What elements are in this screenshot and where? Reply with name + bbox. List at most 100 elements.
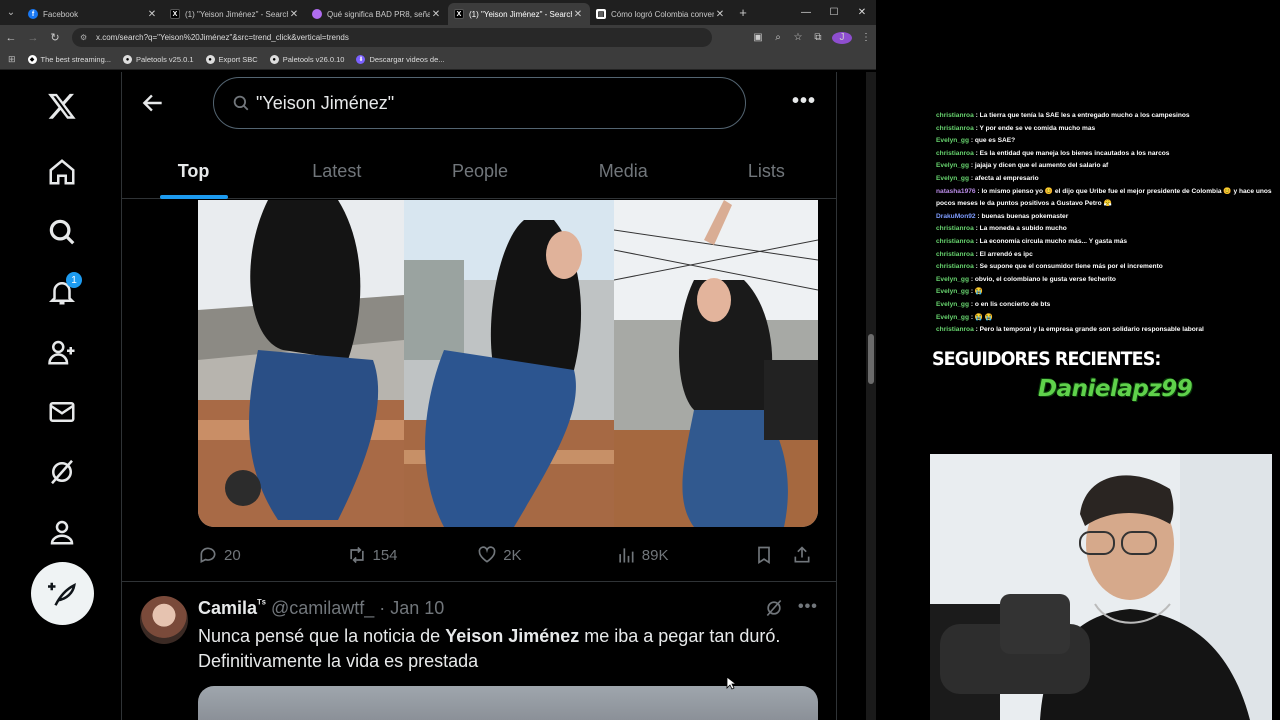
chat-text: : o en lis concierto de bts — [968, 300, 1051, 308]
compose-post-button[interactable] — [31, 562, 94, 625]
chat-username: DrakuMon92 — [936, 212, 976, 220]
tab-media[interactable]: Media — [552, 144, 695, 199]
recent-followers-label: SEGUIDORES RECIENTES: — [932, 348, 1161, 370]
new-tab-button[interactable]: + — [732, 5, 754, 20]
chat-message: Evelyn_gg : o en lis concierto de bts — [936, 299, 1276, 312]
tab-people[interactable]: People — [408, 144, 551, 199]
forward-icon[interactable]: → — [22, 32, 44, 44]
messages-mail-icon[interactable] — [42, 392, 82, 432]
x-icon: X — [170, 9, 180, 19]
tab-title: Qué significa BAD PR8, señal q — [327, 9, 430, 19]
home-icon[interactable] — [42, 152, 82, 192]
chat-message: christianroa : El arrendó es ipc — [936, 249, 1276, 262]
tweet-media[interactable] — [198, 686, 818, 720]
media-photo[interactable] — [614, 200, 818, 527]
close-icon[interactable]: ✕ — [572, 9, 584, 20]
url-text: x.com/search?q="Yeison%20Jiménez"&src=tr… — [96, 33, 349, 42]
tab-colombia-article[interactable]: ▤ Cómo logró Colombia converti ✕ — [590, 3, 732, 25]
views-button[interactable]: 89K — [616, 545, 755, 565]
grok-icon[interactable] — [764, 598, 784, 618]
more-options-icon[interactable]: ••• — [798, 598, 818, 616]
chat-text: : Es la entidad que maneja los bienes in… — [973, 149, 1170, 157]
menu-kebab-icon[interactable]: ⋮ — [856, 32, 876, 43]
tab-gemini[interactable]: Qué significa BAD PR8, señal q ✕ — [306, 3, 448, 25]
repost-button[interactable]: 154 — [347, 545, 478, 565]
site-info-icon[interactable]: ⚙ — [80, 33, 90, 43]
chat-username: christianroa — [936, 250, 974, 258]
bookmark-item[interactable]: ● Export SBC — [205, 55, 258, 64]
search-input[interactable]: "Yeison Jiménez" — [213, 77, 746, 129]
apps-grid-icon[interactable]: ⊞ — [8, 54, 16, 65]
profile-avatar[interactable]: J — [832, 31, 852, 44]
back-icon[interactable]: ← — [0, 32, 22, 44]
user-handle[interactable]: @camilawtf_ — [271, 598, 374, 618]
tab-x-search-1[interactable]: X (1) "Yeison Jiménez" - Search / ✕ — [164, 3, 306, 25]
chat-username: Evelyn_gg — [936, 288, 969, 296]
bookmark-icon: ● — [123, 55, 132, 64]
notifications-bell-icon[interactable]: 1 — [42, 272, 82, 312]
follow-add-user-icon[interactable] — [42, 332, 82, 372]
like-button[interactable]: 2K — [477, 545, 616, 565]
share-button[interactable] — [792, 545, 818, 565]
bookmark-item[interactable]: ● Paletools v26.0.10 — [269, 55, 344, 64]
chat-text: : 😭 — [968, 288, 984, 296]
bookmark-item[interactable]: ⬇ Descargar videos de... — [356, 55, 445, 64]
tab-strip: ⌄ f Facebook ✕ X (1) "Yeison Jiménez" - … — [0, 0, 876, 25]
tab-x-search-active[interactable]: X (1) "Yeison Jiménez" - Search / ✕ — [448, 3, 590, 25]
tab-facebook[interactable]: f Facebook ✕ — [22, 3, 164, 25]
media-photo[interactable] — [198, 200, 404, 527]
tweet[interactable]: Camilaᵀˢ @camilawtf_ · Jan 10 ••• Nunca … — [122, 582, 836, 720]
chat-message: DrakuMon92 : buenas buenas pokemaster — [936, 211, 1276, 224]
stream-chat: christianroa : La tierra que tenía la SA… — [936, 110, 1276, 337]
bookmark-star-icon[interactable]: ☆ — [788, 32, 808, 43]
chat-text: : que es SAE? — [968, 137, 1016, 145]
mouse-cursor-icon — [726, 676, 736, 690]
zoom-icon[interactable]: ⌕ — [768, 32, 788, 43]
bookmark-icon: ● — [269, 55, 279, 64]
tweet-text-part: Nunca pensé que la noticia de — [198, 626, 446, 646]
page-scrollbar[interactable] — [866, 72, 876, 720]
tweet-media[interactable] — [198, 200, 818, 527]
close-window-button[interactable]: ✕ — [848, 0, 876, 25]
display-name[interactable]: Camila — [198, 598, 257, 618]
address-bar[interactable]: ⚙ x.com/search?q="Yeison%20Jiménez"&src=… — [72, 28, 712, 47]
search-header: "Yeison Jiménez" ••• Top Latest People M… — [122, 72, 836, 199]
tab-top[interactable]: Top — [122, 144, 265, 199]
scrollbar-thumb[interactable] — [868, 334, 874, 384]
tab-latest[interactable]: Latest — [265, 144, 408, 199]
grok-icon[interactable] — [42, 452, 82, 492]
gemini-icon — [312, 9, 322, 19]
stream-overlay: christianroa : La tierra que tenía la SA… — [876, 0, 1280, 720]
chat-text: : Y por ende se ve comida mucho mas — [973, 124, 1096, 132]
tweet-date[interactable]: · Jan 10 — [379, 598, 444, 618]
close-icon[interactable]: ✕ — [430, 9, 442, 20]
tab-title: Facebook — [43, 9, 79, 19]
bookmark-item[interactable]: ◆ The best streaming... — [27, 55, 111, 64]
close-icon[interactable]: ✕ — [146, 9, 158, 20]
chat-username: Evelyn_gg — [936, 275, 969, 283]
more-options-icon[interactable]: ••• — [792, 90, 816, 113]
reply-button[interactable]: 20 — [198, 545, 347, 565]
maximize-button[interactable]: ☐ — [820, 0, 848, 25]
bookmark-button[interactable] — [754, 545, 792, 565]
bookmark-icon: ⬇ — [356, 55, 366, 64]
share-icon — [794, 546, 810, 563]
x-logo-icon[interactable] — [42, 86, 82, 126]
repost-count: 154 — [372, 546, 398, 564]
bookmark-item[interactable]: ● Paletools v25.0.1 — [123, 55, 194, 64]
extensions-icon[interactable]: ⧉ — [808, 32, 828, 43]
bookmark-label: Paletools v25.0.1 — [136, 55, 194, 64]
tab-search-dropdown[interactable]: ⌄ — [0, 0, 22, 25]
tab-lists[interactable]: Lists — [695, 144, 836, 199]
chat-message: Evelyn_gg : jajaja y dicen que el aument… — [936, 160, 1276, 173]
close-icon[interactable]: ✕ — [288, 9, 300, 20]
close-icon[interactable]: ✕ — [714, 9, 726, 20]
minimize-button[interactable]: — — [792, 0, 820, 25]
reload-icon[interactable]: ↻ — [44, 31, 66, 44]
back-arrow-icon[interactable] — [140, 90, 166, 116]
avatar[interactable] — [140, 596, 188, 644]
explore-search-icon[interactable] — [42, 212, 82, 252]
cast-icon[interactable]: ▣ — [748, 32, 768, 43]
media-photo[interactable] — [404, 200, 614, 527]
profile-icon[interactable] — [42, 512, 82, 552]
